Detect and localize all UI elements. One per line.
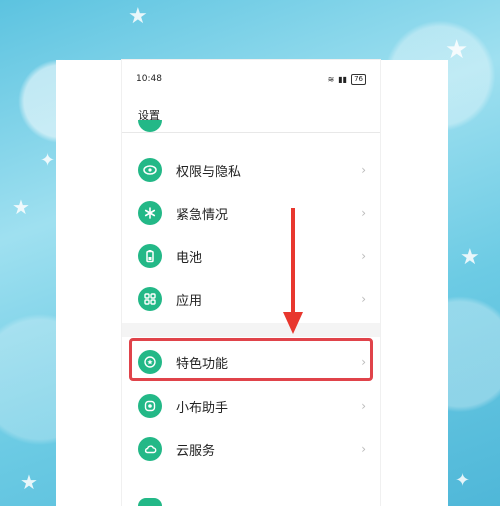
status-time: 10:48 — [136, 74, 162, 84]
settings-item-battery[interactable]: 电池 › — [122, 236, 380, 276]
breeno-assistant-icon — [138, 394, 162, 418]
cloud-icon — [138, 437, 162, 461]
settings-item-label: 小布助手 — [176, 400, 229, 416]
status-icons: ≋ ▮▮ 76 — [327, 73, 366, 85]
star-decoration-icon: ★ — [12, 195, 30, 219]
signal-icon: ▮▮ — [338, 74, 348, 84]
settings-item-label: 电池 — [176, 250, 203, 266]
annotation-arrow — [291, 208, 295, 318]
star-decoration-icon: ✦ — [455, 470, 471, 491]
chevron-right-icon: › — [361, 292, 366, 306]
chevron-right-icon: › — [361, 442, 366, 456]
battery-icon — [138, 244, 162, 268]
settings-item-label: 权限与隐私 — [176, 164, 242, 180]
annotation-arrow-head — [283, 312, 303, 334]
partial-settings-icon — [138, 120, 162, 132]
star-decoration-icon: ★ — [20, 470, 38, 494]
partial-settings-icon — [138, 498, 162, 506]
wifi-icon: ≋ — [327, 74, 335, 84]
section-gap — [122, 323, 380, 337]
chevron-right-icon: › — [361, 163, 366, 177]
settings-item-label: 应用 — [176, 293, 203, 309]
privacy-eye-icon — [138, 158, 162, 182]
star-decoration-icon: ★ — [128, 4, 148, 29]
settings-item-apps[interactable]: 应用 › — [122, 279, 380, 319]
status-bar: 10:48 ≋ ▮▮ 76 — [136, 72, 366, 86]
chevron-right-icon: › — [361, 399, 366, 413]
settings-item-cloud[interactable]: 云服务 › — [122, 429, 380, 469]
chevron-right-icon: › — [361, 206, 366, 220]
chevron-right-icon: › — [361, 249, 366, 263]
header-divider — [122, 132, 380, 133]
settings-item-emergency[interactable]: 紧急情况 › — [122, 193, 380, 233]
emergency-asterisk-icon — [138, 201, 162, 225]
settings-item-privacy[interactable]: 权限与隐私 › — [122, 150, 380, 190]
annotation-highlight-box — [129, 338, 373, 381]
star-decoration-icon: ★ — [460, 245, 480, 270]
settings-item-breeno[interactable]: 小布助手 › — [122, 386, 380, 426]
apps-grid-icon — [138, 287, 162, 311]
star-decoration-icon: ✦ — [40, 150, 56, 171]
battery-status-icon: 76 — [351, 73, 366, 85]
settings-item-label: 云服务 — [176, 443, 216, 459]
star-decoration-icon: ★ — [445, 35, 469, 65]
phone-screen: 10:48 ≋ ▮▮ 76 设置 权限与隐私 › 紧急情况 › 电池 › 应用 — [122, 60, 380, 506]
settings-item-label: 紧急情况 — [176, 207, 229, 223]
